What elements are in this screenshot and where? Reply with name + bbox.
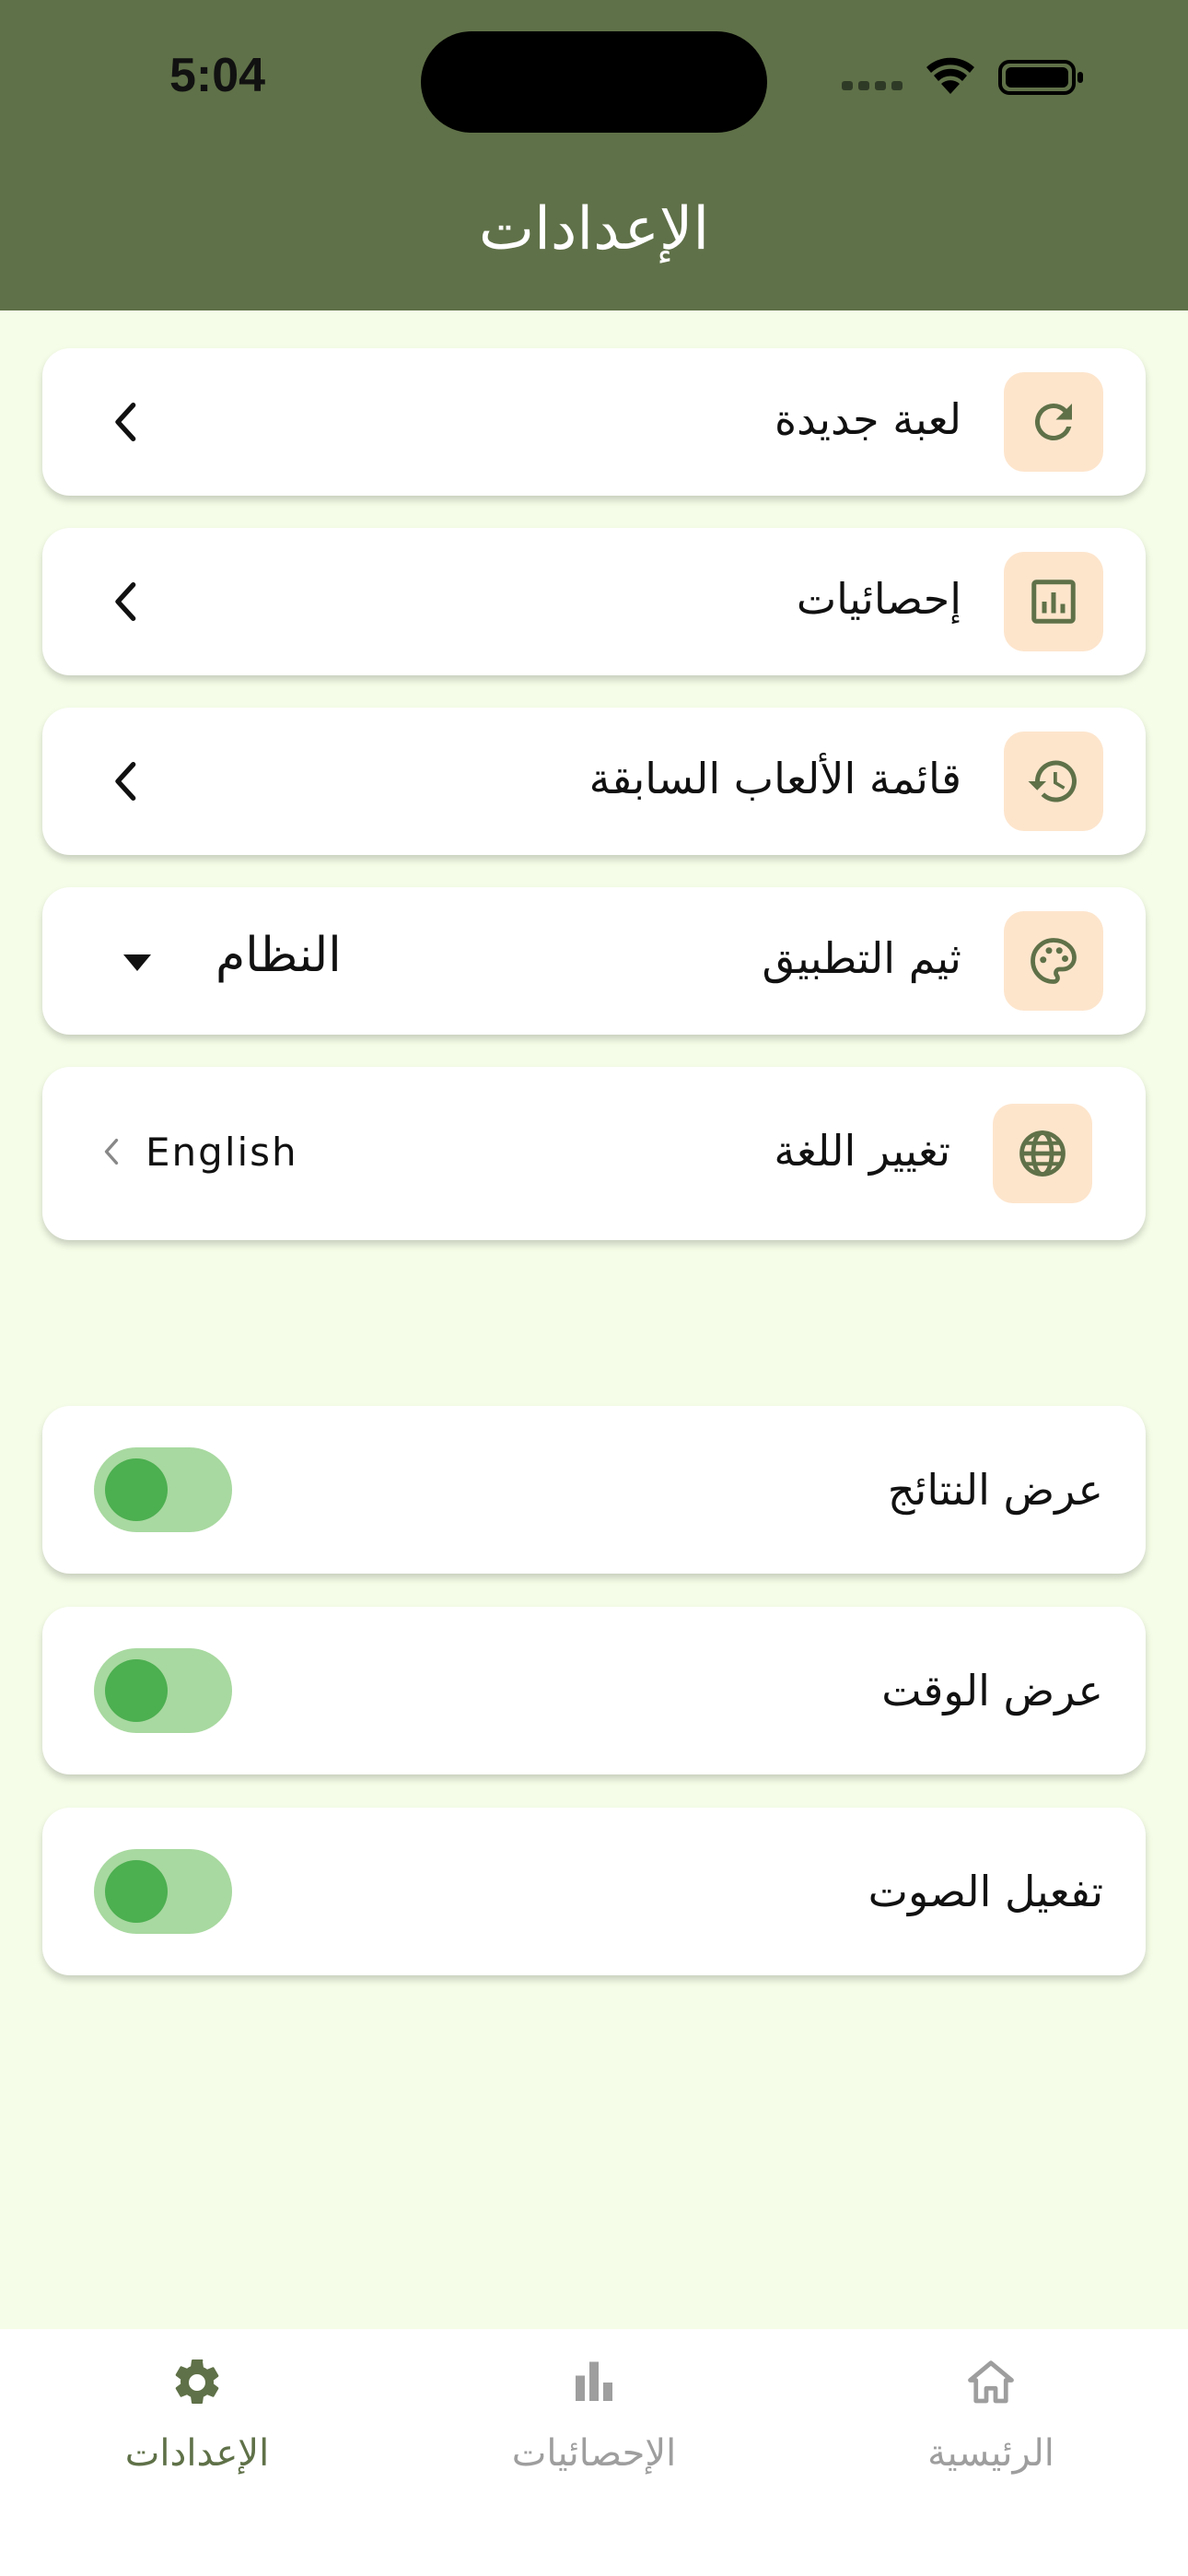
- toggle-row-show-results: عرض النتائج: [42, 1406, 1146, 1574]
- theme-icon-box: [1004, 911, 1103, 1011]
- menu-label-new-game: لعبة جديدة: [774, 394, 961, 444]
- menu-label-statistics: إحصائيات: [796, 574, 961, 624]
- theme-dropdown-value[interactable]: النظام: [215, 928, 342, 983]
- dynamic-island: [421, 31, 767, 133]
- toggle-knob: [105, 1860, 168, 1923]
- toggle-label-show-results: عرض النتائج: [887, 1465, 1103, 1515]
- app-header: 5:04 الإعدادات: [0, 0, 1188, 310]
- palette-icon: [1031, 938, 1077, 984]
- status-time: 5:04: [169, 49, 266, 102]
- history-icon: [1028, 760, 1077, 802]
- statistics-icon-box: [1004, 552, 1103, 651]
- toggle-row-show-time: عرض الوقت: [42, 1607, 1146, 1774]
- chevron-left-icon: [115, 403, 136, 441]
- chevron-left-icon: [115, 582, 136, 621]
- menu-label-theme: ثيم التطبيق: [762, 933, 961, 983]
- toggle-label-sound: تفعيل الصوت: [868, 1867, 1103, 1916]
- new-game-icon-box: [1004, 372, 1103, 472]
- bottom-navigation: الإعدادات الإحصائيات الرئيسية: [0, 2329, 1188, 2576]
- home-icon: [968, 2360, 1014, 2404]
- chevron-left-icon: [115, 762, 136, 801]
- nav-tab-home[interactable]: الرئيسية: [853, 2329, 1129, 2576]
- page-title: الإعدادات: [478, 195, 710, 263]
- menu-item-history[interactable]: قائمة الألعاب السابقة: [42, 708, 1146, 855]
- show-results-toggle[interactable]: [94, 1447, 232, 1532]
- toggle-label-show-time: عرض الوقت: [881, 1666, 1103, 1715]
- sound-toggle[interactable]: [94, 1849, 232, 1934]
- chart-icon: [1031, 580, 1076, 624]
- nav-label-settings: الإعدادات: [124, 2432, 270, 2475]
- refresh-icon: [1034, 403, 1072, 440]
- toggle-knob: [105, 1458, 168, 1521]
- globe-icon: [1019, 1130, 1066, 1177]
- language-value: English: [146, 1130, 298, 1175]
- toggle-knob: [105, 1659, 168, 1722]
- wifi-icon: [926, 57, 974, 94]
- menu-item-theme[interactable]: ثيم التطبيق النظام: [42, 887, 1146, 1035]
- nav-tab-settings[interactable]: الإعدادات: [59, 2329, 335, 2576]
- chevron-left-icon: [104, 1138, 119, 1165]
- signal-icon: [842, 81, 903, 90]
- menu-item-new-game[interactable]: لعبة جديدة: [42, 348, 1146, 496]
- nav-label-home: الرئيسية: [927, 2432, 1054, 2475]
- nav-tab-statistics[interactable]: الإحصائيات: [456, 2329, 732, 2576]
- language-icon-box: [993, 1104, 1092, 1203]
- menu-label-language: تغيير اللغة: [774, 1126, 950, 1176]
- menu-label-history: قائمة الألعاب السابقة: [588, 754, 961, 803]
- menu-item-language[interactable]: تغيير اللغة English: [42, 1067, 1146, 1240]
- dropdown-arrow-icon[interactable]: [122, 954, 153, 971]
- toggle-row-sound: تفعيل الصوت: [42, 1808, 1146, 1975]
- menu-item-statistics[interactable]: إحصائيات: [42, 528, 1146, 675]
- bar-chart-icon: [576, 2361, 612, 2401]
- gear-icon: [175, 2359, 219, 2404]
- show-time-toggle[interactable]: [94, 1648, 232, 1733]
- nav-label-statistics: الإحصائيات: [511, 2432, 677, 2475]
- status-icons: [842, 57, 1083, 95]
- history-icon-box: [1004, 732, 1103, 831]
- battery-icon: [998, 60, 1083, 95]
